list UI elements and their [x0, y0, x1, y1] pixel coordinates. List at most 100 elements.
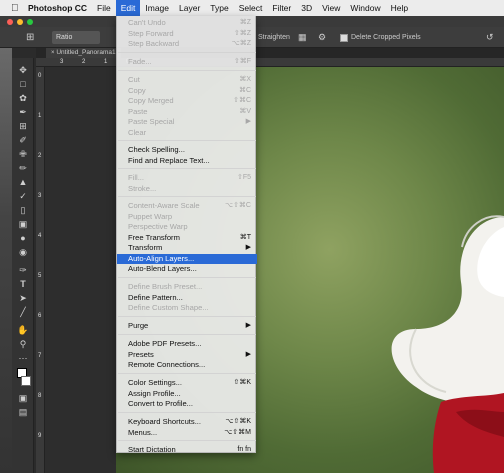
menu-item-shortcut: ⌥⇧⌘K	[225, 418, 251, 425]
menu-item-content-aware-scale: Content-Aware Scale ⌥⇧⌘C	[117, 201, 257, 212]
menu-item-shortcut: ⌥⇧⌘M	[224, 428, 251, 436]
background-color-swatch[interactable]	[21, 376, 31, 386]
pen-tool-icon[interactable]: ✑	[17, 264, 29, 276]
gear-icon[interactable]: ⚙	[318, 31, 326, 44]
menu-item-adobe-pdf-presets[interactable]: Adobe PDF Presets...	[117, 339, 257, 350]
document-tab[interactable]: × Untitled_Panorama1	[46, 48, 121, 58]
menu-item-shortcut: ⇧⌘K	[233, 379, 251, 386]
menu-type[interactable]: Type	[205, 0, 233, 16]
crop-tool-icon[interactable]: ⊞	[26, 31, 34, 44]
menu-item-label: Find and Replace Text...	[128, 155, 210, 165]
horizontal-ruler: 3 2 1 0	[36, 58, 504, 67]
menu-view[interactable]: View	[317, 0, 345, 16]
menu-item-perspective-warp: Perspective Warp	[117, 222, 257, 233]
delete-cropped-label: Delete Cropped Pixels	[351, 34, 421, 41]
type-tool-icon[interactable]: T	[17, 278, 29, 290]
close-window-button[interactable]	[7, 19, 13, 25]
menu-separator	[118, 52, 256, 53]
lasso-tool-icon[interactable]: ✿	[17, 92, 29, 104]
delete-cropped-checkbox[interactable]	[340, 34, 348, 42]
menu-item-clear: Clear	[117, 128, 257, 139]
menu-item-shortcut: ⌥⇧⌘C	[225, 202, 251, 209]
hand-tool-icon[interactable]: ✋	[17, 324, 29, 336]
apple-icon[interactable]: 	[11, 3, 23, 14]
menu-select[interactable]: Select	[234, 0, 268, 16]
menu-item-find-and-replace-text[interactable]: Find and Replace Text...	[117, 156, 257, 167]
menu-item-menus[interactable]: Menus... ⌥⇧⌘M	[117, 428, 257, 439]
menu-file[interactable]: File	[92, 0, 116, 16]
ruler-tick-label: 7	[38, 353, 42, 359]
menu-item-assign-profile[interactable]: Assign Profile...	[117, 389, 257, 400]
ratio-select[interactable]: Ratio	[52, 31, 100, 44]
grid-overlay-icon[interactable]: ▦	[298, 31, 307, 44]
menu-item-auto-blend-layers[interactable]: Auto-Blend Layers...	[117, 264, 257, 275]
menu-item-label: Clear	[128, 127, 147, 137]
menu-item-label: Copy Merged	[128, 96, 174, 105]
clone-stamp-tool-icon[interactable]: ▲	[17, 176, 29, 188]
menu-app-photoshop[interactable]: Photoshop CC	[23, 0, 92, 16]
reset-icon[interactable]: ↺	[486, 31, 494, 44]
menu-item-define-pattern[interactable]: Define Pattern...	[117, 293, 257, 304]
dodge-tool-icon[interactable]: ◉	[17, 246, 29, 258]
screen-mode-icon[interactable]: ▤	[17, 406, 29, 418]
menu-item-label: Fade...	[128, 57, 152, 66]
submenu-arrow-icon: ▶	[245, 350, 251, 358]
menu-item-shortcut: ⇧⌘C	[233, 97, 251, 104]
more-tools-icon[interactable]: ⋯	[17, 352, 29, 364]
menu-item-start-dictation[interactable]: Start Dictation fn fn	[117, 445, 257, 456]
blur-tool-icon[interactable]: ●	[17, 232, 29, 244]
menu-item-shortcut: ⌘V	[239, 107, 251, 115]
menu-item-check-spelling[interactable]: Check Spelling...	[117, 145, 257, 156]
menu-item-purge[interactable]: Purge ▶	[117, 321, 257, 332]
gradient-tool-icon[interactable]: ▣	[17, 218, 29, 230]
menu-item-label: Color Settings...	[128, 378, 183, 387]
submenu-arrow-icon: ▶	[245, 118, 251, 125]
menu-item-label: Stroke...	[128, 183, 157, 193]
menu-item-free-transform[interactable]: Free Transform ⌘T	[117, 233, 257, 244]
menu-item-presets[interactable]: Presets ▶	[117, 350, 257, 361]
menu-3d[interactable]: 3D	[296, 0, 317, 16]
menu-item-label: Paste	[128, 106, 148, 116]
marquee-tool-icon[interactable]: □	[17, 78, 29, 90]
menu-item-label: Perspective Warp	[128, 222, 188, 231]
brush-tool-icon[interactable]: ✏	[17, 162, 29, 174]
line-tool-icon[interactable]: ╱	[17, 306, 29, 318]
menu-item-keyboard-shortcuts[interactable]: Keyboard Shortcuts... ⌥⇧⌘K	[117, 417, 257, 428]
menu-item-label: Fill...	[128, 173, 145, 182]
crop-tool-icon[interactable]: ⊞	[17, 120, 29, 132]
path-selection-tool-icon[interactable]: ➤	[17, 292, 29, 304]
menu-edit[interactable]: Edit	[115, 0, 141, 16]
menu-image[interactable]: Image	[140, 0, 174, 16]
quick-mask-icon[interactable]: ▣	[17, 392, 29, 404]
zoom-window-button[interactable]	[27, 19, 33, 25]
menu-item-transform[interactable]: Transform ▶	[117, 243, 257, 254]
menu-item-color-settings[interactable]: Color Settings... ⇧⌘K	[117, 378, 257, 389]
menu-item-label: Assign Profile...	[128, 388, 181, 398]
ruler-tick-label: 4	[38, 233, 42, 239]
menu-item-remote-connections[interactable]: Remote Connections...	[117, 360, 257, 371]
healing-brush-tool-icon[interactable]: ✙	[17, 148, 29, 160]
eyedropper-tool-icon[interactable]: ✐	[17, 134, 29, 146]
submenu-arrow-icon: ▶	[245, 322, 251, 329]
quick-select-tool-icon[interactable]: ✒	[17, 106, 29, 118]
menu-item-convert-to-profile[interactable]: Convert to Profile...	[117, 399, 257, 410]
menu-window[interactable]: Window	[345, 0, 385, 16]
minimize-window-button[interactable]	[17, 19, 23, 25]
menu-help[interactable]: Help	[386, 0, 413, 16]
menu-item-label: Adobe PDF Presets...	[128, 339, 202, 348]
eraser-tool-icon[interactable]: ▯	[17, 204, 29, 216]
history-brush-tool-icon[interactable]: ✓	[17, 190, 29, 202]
zoom-tool-icon[interactable]: ⚲	[17, 338, 29, 350]
pasteboard[interactable]	[45, 67, 116, 473]
ruler-tick-label: 3	[38, 193, 42, 199]
menu-layer[interactable]: Layer	[174, 0, 205, 16]
close-tab-icon[interactable]: ×	[51, 50, 55, 56]
move-tool-icon[interactable]: ✥	[17, 64, 29, 76]
ruler-tick-label: 1	[104, 59, 108, 65]
menu-item-shortcut: ⇧⌘Z	[233, 29, 251, 37]
edit-menu-dropdown: Can't Undo ⌘Z Step Forward ⇧⌘Z Step Backward…	[116, 16, 257, 456]
straighten-button[interactable]: Straighten	[258, 31, 290, 44]
menu-item-label: Free Transform	[128, 232, 180, 242]
menu-item-auto-align-layers[interactable]: Auto-Align Layers...	[117, 253, 257, 264]
menu-filter[interactable]: Filter	[267, 0, 296, 16]
